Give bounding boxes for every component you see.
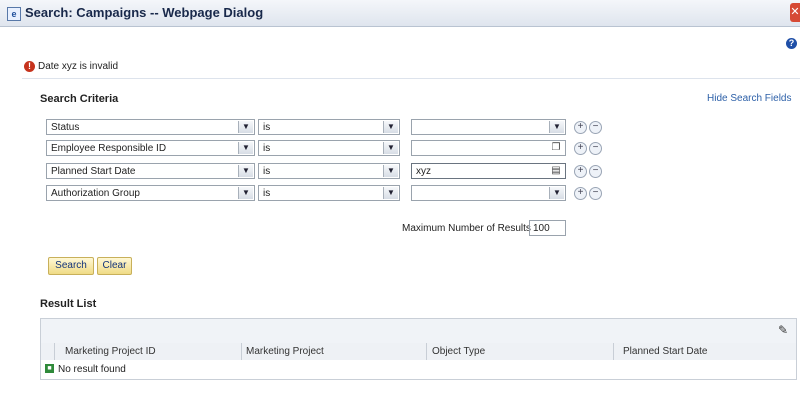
operator-select[interactable]: is ▼ (258, 163, 400, 179)
criteria-row-authorization: Authorization Group ▼ is ▼ ▼ + − (46, 185, 606, 201)
operator-select-value: is (263, 166, 271, 177)
chevron-down-icon[interactable]: ▼ (383, 121, 398, 133)
chevron-down-icon[interactable]: ▼ (383, 142, 398, 154)
search-button[interactable]: Search (48, 257, 94, 275)
add-row-icon[interactable]: + (574, 142, 587, 155)
value-select[interactable]: ▼ (411, 185, 566, 201)
chevron-down-icon[interactable]: ▼ (549, 187, 564, 199)
search-criteria-title: Search Criteria (40, 93, 119, 105)
operator-select-value: is (263, 188, 271, 199)
max-results-label: Maximum Number of Results (402, 223, 531, 234)
no-result-message: No result found (58, 364, 126, 375)
value-input[interactable]: ❐ (411, 140, 566, 156)
edit-icon[interactable]: ✎ (776, 323, 790, 337)
remove-row-icon[interactable]: − (589, 165, 602, 178)
field-select[interactable]: Planned Start Date ▼ (46, 163, 255, 179)
criteria-row-status: Status ▼ is ▼ ▼ + − (46, 119, 606, 135)
operator-select[interactable]: is ▼ (258, 140, 400, 156)
field-select[interactable]: Employee Responsible ID ▼ (46, 140, 255, 156)
operator-select[interactable]: is ▼ (258, 119, 400, 135)
chevron-down-icon[interactable]: ▼ (383, 187, 398, 199)
table-header: Marketing Project ID Marketing Project O… (41, 343, 796, 361)
add-row-icon[interactable]: + (574, 165, 587, 178)
field-select-value: Planned Start Date (51, 166, 136, 177)
column-header[interactable]: Marketing Project ID (65, 346, 156, 357)
remove-row-icon[interactable]: − (589, 121, 602, 134)
chevron-down-icon[interactable]: ▼ (238, 165, 253, 177)
column-divider (613, 343, 614, 360)
column-divider (54, 343, 55, 360)
error-icon: ! (24, 61, 35, 72)
column-header[interactable]: Planned Start Date (623, 346, 708, 357)
field-select-value: Status (51, 122, 80, 133)
table-row: ■ No result found (41, 360, 796, 379)
clear-button[interactable]: Clear (97, 257, 132, 275)
remove-row-icon[interactable]: − (589, 142, 602, 155)
info-icon: ■ (45, 364, 54, 373)
add-row-icon[interactable]: + (574, 121, 587, 134)
field-select-value: Authorization Group (51, 188, 140, 199)
result-toolbar: ✎ (41, 319, 796, 344)
divider (22, 78, 800, 79)
remove-row-icon[interactable]: − (589, 187, 602, 200)
error-message: Date xyz is invalid (38, 61, 119, 72)
ie-icon: e (7, 7, 21, 21)
chevron-down-icon[interactable]: ▼ (383, 165, 398, 177)
title-bar: e Search: Campaigns -- Webpage Dialog ✕ (0, 0, 800, 27)
value-input[interactable]: xyz ▤ (411, 163, 566, 179)
column-header[interactable]: Marketing Project (246, 346, 324, 357)
field-select[interactable]: Authorization Group ▼ (46, 185, 255, 201)
max-results-input[interactable]: 100 (529, 220, 566, 236)
value-select[interactable]: ▼ (411, 119, 566, 135)
value-input-text: xyz (416, 166, 431, 177)
value-help-icon[interactable]: ❐ (550, 142, 562, 154)
operator-select-value: is (263, 143, 271, 154)
field-select[interactable]: Status ▼ (46, 119, 255, 135)
help-icon[interactable]: ? (786, 38, 797, 49)
result-table: ✎ Marketing Project ID Marketing Project… (40, 318, 797, 380)
chevron-down-icon[interactable]: ▼ (238, 187, 253, 199)
window-title: Search: Campaigns -- Webpage Dialog (25, 5, 264, 20)
chevron-down-icon[interactable]: ▼ (238, 142, 253, 154)
criteria-row-planned-start: Planned Start Date ▼ is ▼ xyz ▤ + − (46, 163, 606, 179)
operator-select[interactable]: is ▼ (258, 185, 400, 201)
chevron-down-icon[interactable]: ▼ (549, 121, 564, 133)
calendar-icon[interactable]: ▤ (550, 165, 562, 177)
column-divider (241, 343, 242, 360)
operator-select-value: is (263, 122, 271, 133)
chevron-down-icon[interactable]: ▼ (238, 121, 253, 133)
field-select-value: Employee Responsible ID (51, 143, 167, 154)
hide-search-fields-link[interactable]: Hide Search Fields (707, 93, 791, 104)
add-row-icon[interactable]: + (574, 187, 587, 200)
result-list-title: Result List (40, 298, 97, 310)
column-header[interactable]: Object Type (432, 346, 485, 357)
column-divider (426, 343, 427, 360)
close-icon[interactable]: ✕ (790, 3, 800, 22)
criteria-row-employee: Employee Responsible ID ▼ is ▼ ❐ + − (46, 140, 606, 156)
